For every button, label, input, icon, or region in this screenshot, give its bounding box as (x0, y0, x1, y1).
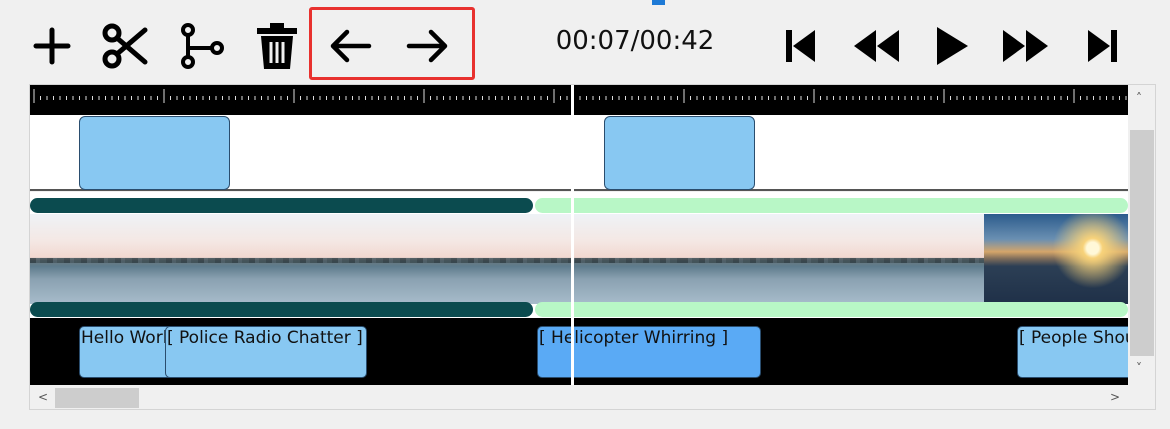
scroll-left-arrow[interactable]: < (38, 390, 48, 404)
caption-track[interactable]: Hello World [ Police Radio Chatter ] [ H… (30, 318, 1155, 385)
video-frame (984, 214, 1128, 304)
video-frame (682, 214, 833, 304)
next-button[interactable] (402, 20, 452, 72)
branch-icon (181, 23, 224, 69)
plus-icon (33, 27, 71, 65)
video-clip-bar-bottom[interactable] (535, 302, 1128, 317)
caption-label: [ Police Radio Chatter ] (167, 328, 363, 348)
scroll-down-arrow[interactable]: ˅ (1136, 361, 1142, 375)
playhead-top-marker (652, 0, 665, 5)
video-frame (181, 214, 332, 304)
skip-to-start-button[interactable] (776, 20, 826, 72)
video-track[interactable] (30, 192, 1128, 318)
fast-forward-icon (1003, 30, 1048, 62)
skip-to-end-button[interactable] (1077, 20, 1127, 72)
video-clip-bar-bottom[interactable] (30, 302, 533, 317)
skip-start-icon (786, 30, 815, 62)
horizontal-scroll-thumb[interactable] (55, 388, 139, 408)
trash-icon (257, 23, 297, 69)
video-frame (332, 214, 483, 304)
play-icon (937, 27, 968, 65)
marker-clip[interactable] (79, 116, 230, 190)
playhead[interactable] (571, 85, 574, 385)
timeline[interactable]: Hello World [ Police Radio Chatter ] [ H… (29, 84, 1156, 410)
scissors-icon (102, 23, 148, 69)
video-frame (30, 214, 181, 304)
play-button[interactable] (926, 20, 976, 72)
fast-forward-button[interactable] (1001, 20, 1051, 72)
cut-button[interactable] (100, 20, 150, 72)
vertical-scrollbar[interactable]: ˄ ˅ (1128, 85, 1155, 385)
video-clip-bar-top[interactable] (535, 198, 1128, 213)
split-button[interactable] (176, 20, 226, 72)
time-readout: 00:07/00:42 (555, 26, 715, 56)
horizontal-scrollbar[interactable]: < > (30, 385, 1128, 409)
scroll-right-arrow[interactable]: > (1110, 390, 1120, 404)
video-clip-bar-top[interactable] (30, 198, 533, 213)
video-frame (833, 214, 984, 304)
ruler-ticks (33, 89, 1127, 103)
caption-clip[interactable]: [ Police Radio Chatter ] (165, 326, 367, 378)
rewind-icon (854, 30, 899, 62)
marker-track[interactable] (30, 115, 1128, 191)
marker-clip[interactable] (604, 116, 755, 190)
video-thumbnails[interactable] (30, 214, 1128, 304)
delete-button[interactable] (252, 20, 302, 72)
arrow-left-icon (330, 29, 372, 63)
time-ruler[interactable] (30, 85, 1128, 115)
scroll-up-arrow[interactable]: ˄ (1136, 91, 1142, 105)
add-button[interactable] (27, 20, 77, 72)
vertical-scroll-thumb[interactable] (1130, 130, 1154, 356)
caption-clip[interactable]: Hello World (79, 326, 175, 378)
rewind-button[interactable] (851, 20, 901, 72)
previous-button[interactable] (326, 20, 376, 72)
skip-end-icon (1088, 30, 1117, 62)
caption-label: [ Helicopter Whirring ] (539, 328, 729, 348)
caption-label: Hello World (81, 328, 175, 348)
arrow-right-icon (406, 29, 448, 63)
